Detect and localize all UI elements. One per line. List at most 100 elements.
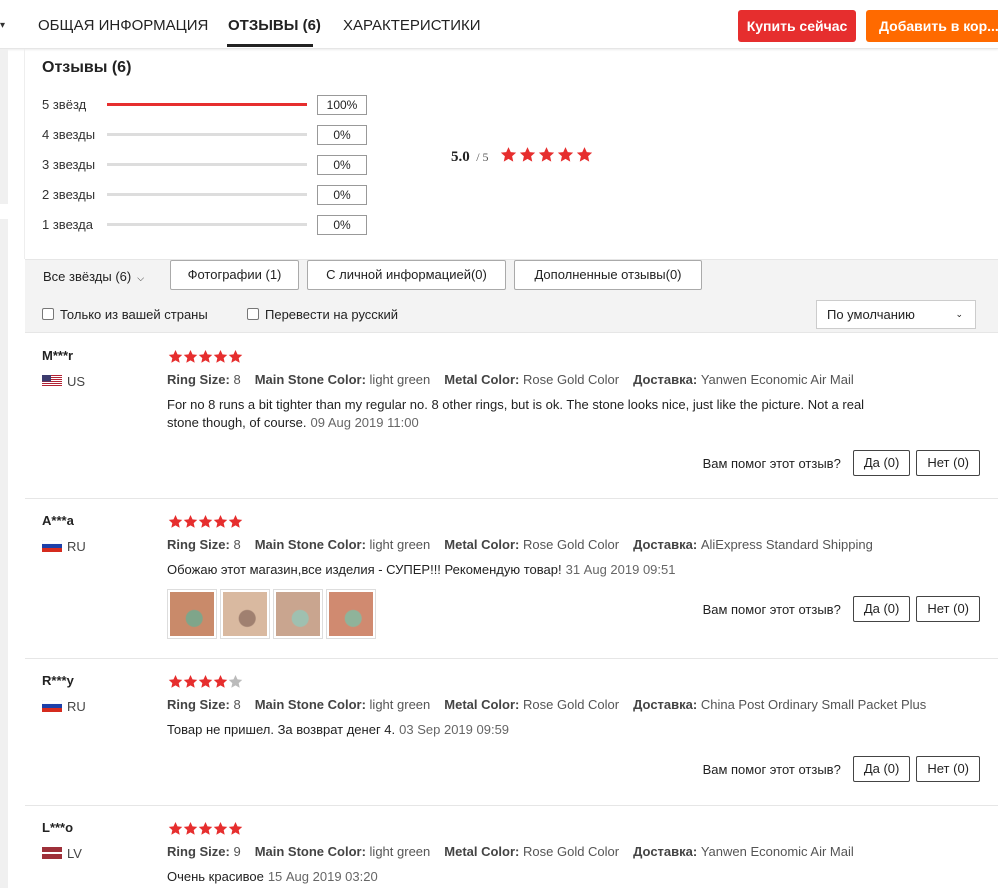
only-your-country-checkbox[interactable]: Только из вашей страны xyxy=(42,307,208,322)
filter-personal-info-button[interactable]: С личной информацией(0) xyxy=(307,260,506,290)
star-filter-dropdown[interactable]: Все звёзды (6) ⌵ xyxy=(43,269,144,284)
delivery-value: AliExpress Standard Shipping xyxy=(700,537,873,552)
country-code: RU xyxy=(67,699,86,714)
star-icon xyxy=(183,821,198,836)
rating-row-label: 2 звезды xyxy=(42,187,96,202)
star-icon xyxy=(228,674,243,689)
rating-row[interactable]: 1 звезда 0% xyxy=(42,215,372,235)
average-stars xyxy=(500,146,595,164)
review-attributes: Ring Size: 9 Main Stone Color: light gree… xyxy=(167,844,868,859)
star-icon xyxy=(538,146,555,163)
helpful-feedback: Вам помог этот отзыв? Да (0) Нет (0) xyxy=(703,450,980,476)
star-icon xyxy=(576,146,593,163)
helpful-yes-button[interactable]: Да (0) xyxy=(852,756,911,782)
star-icon xyxy=(198,821,213,836)
filter-photos-button[interactable]: Фотографии (1) xyxy=(170,260,299,290)
delivery-key: Доставка: xyxy=(633,844,698,859)
main-stone-value: light green xyxy=(369,537,431,552)
rating-row[interactable]: 5 звёзд 100% xyxy=(42,95,372,115)
delivery-key: Доставка: xyxy=(633,537,698,552)
review-photo-thumbnail[interactable] xyxy=(167,589,217,639)
review-attributes: Ring Size: 8 Main Stone Color: light gree… xyxy=(167,697,940,712)
review-photos xyxy=(167,589,379,639)
review-photo-thumbnail[interactable] xyxy=(273,589,323,639)
top-tab-bar: ▾ ОБЩАЯ ИНФОРМАЦИЯ ОТЗЫВЫ (6) ХАРАКТЕРИС… xyxy=(0,0,998,49)
review-date: 03 Sep 2019 09:59 xyxy=(399,722,510,737)
add-to-cart-button[interactable]: Добавить в кор... xyxy=(866,10,998,42)
main-stone-value: light green xyxy=(369,697,431,712)
ring-size-value: 9 xyxy=(233,844,241,859)
reviewer-name: A***a xyxy=(42,513,74,528)
star-icon xyxy=(168,514,183,529)
helpful-question: Вам помог этот отзыв? xyxy=(702,455,841,471)
delivery-value: Yanwen Economic Air Mail xyxy=(700,372,854,387)
rating-percent: 0% xyxy=(317,155,367,175)
review-item: L***o LV Ring Size: 9 Main Stone Color: lig… xyxy=(25,806,998,888)
rating-row-label: 1 звезда xyxy=(42,217,93,232)
tab-specifications[interactable]: ХАРАКТЕРИСТИКИ xyxy=(343,17,481,34)
divider xyxy=(24,49,25,259)
star-icon xyxy=(168,674,183,689)
main-stone-key: Main Stone Color: xyxy=(254,372,366,387)
buy-now-button[interactable]: Купить сейчас xyxy=(738,10,856,42)
main-stone-value: light green xyxy=(369,844,431,859)
review-photo-thumbnail[interactable] xyxy=(326,589,376,639)
rating-row[interactable]: 4 звезды 0% xyxy=(42,125,372,145)
tab-general-info[interactable]: ОБЩАЯ ИНФОРМАЦИЯ xyxy=(38,17,208,34)
star-icon xyxy=(228,349,243,364)
checkbox-box[interactable] xyxy=(247,308,259,320)
review-body: Очень красивое xyxy=(167,869,264,884)
main-stone-value: light green xyxy=(369,372,431,387)
helpful-yes-button[interactable]: Да (0) xyxy=(852,450,911,476)
flag-icon xyxy=(42,847,62,859)
star-icon xyxy=(228,514,243,529)
ring-size-value: 8 xyxy=(233,537,241,552)
chevron-down-icon: ⌄ xyxy=(955,309,963,319)
reviewer-country: US xyxy=(42,374,85,389)
review-stars xyxy=(168,674,243,692)
star-icon xyxy=(213,821,228,836)
main-stone-key: Main Stone Color: xyxy=(254,844,366,859)
helpful-no-button[interactable]: Нет (0) xyxy=(916,596,980,622)
filter-additional-reviews-button[interactable]: Дополненные отзывы(0) xyxy=(514,260,702,290)
chevron-down-icon[interactable]: ▾ xyxy=(0,20,5,31)
review-attributes: Ring Size: 8 Main Stone Color: light gree… xyxy=(167,372,868,387)
metal-color-value: Rose Gold Color xyxy=(523,537,620,552)
review-text: Товар не пришел. За возврат денег 4. 03 S… xyxy=(167,721,887,739)
helpful-no-button[interactable]: Нет (0) xyxy=(916,450,980,476)
ring-size-value: 8 xyxy=(233,372,241,387)
star-icon xyxy=(183,674,198,689)
review-stars xyxy=(168,514,243,532)
helpful-no-button[interactable]: Нет (0) xyxy=(916,756,980,782)
helpful-question: Вам помог этот отзыв? xyxy=(702,761,841,777)
ring-size-value: 8 xyxy=(233,697,241,712)
metal-color-value: Rose Gold Color xyxy=(523,844,620,859)
metal-color-key: Metal Color: xyxy=(444,844,520,859)
checkbox-box[interactable] xyxy=(42,308,54,320)
rating-row[interactable]: 2 звезды 0% xyxy=(42,185,372,205)
reviewer-country: RU xyxy=(42,699,86,714)
rating-row[interactable]: 3 звезды 0% xyxy=(42,155,372,175)
reviewer-country: LV xyxy=(42,846,82,861)
star-icon xyxy=(198,514,213,529)
metal-color-value: Rose Gold Color xyxy=(523,697,620,712)
star-icon xyxy=(213,674,228,689)
review-body: Товар не пришел. За возврат денег 4. xyxy=(167,722,396,737)
helpful-yes-button[interactable]: Да (0) xyxy=(852,596,911,622)
sort-dropdown[interactable]: По умолчанию ⌄ xyxy=(816,300,976,329)
star-filter-label: Все звёзды (6) xyxy=(43,269,132,284)
average-rating-max: / 5 xyxy=(476,150,489,164)
review-text: Очень красивое 15 Aug 2019 03:20 xyxy=(167,868,887,886)
star-icon xyxy=(168,349,183,364)
review-filter-bar: Все звёзды (6) ⌵ Фотографии (1) С личной … xyxy=(25,259,998,333)
tab-reviews[interactable]: ОТЗЫВЫ (6) xyxy=(228,17,321,34)
review-attributes: Ring Size: 8 Main Stone Color: light gree… xyxy=(167,537,887,552)
star-icon xyxy=(198,349,213,364)
translate-label: Перевести на русский xyxy=(265,307,399,322)
delivery-value: Yanwen Economic Air Mail xyxy=(700,844,854,859)
star-icon xyxy=(183,514,198,529)
metal-color-value: Rose Gold Color xyxy=(523,372,620,387)
rating-percent: 0% xyxy=(317,215,367,235)
translate-checkbox[interactable]: Перевести на русский xyxy=(247,307,398,322)
review-photo-thumbnail[interactable] xyxy=(220,589,270,639)
